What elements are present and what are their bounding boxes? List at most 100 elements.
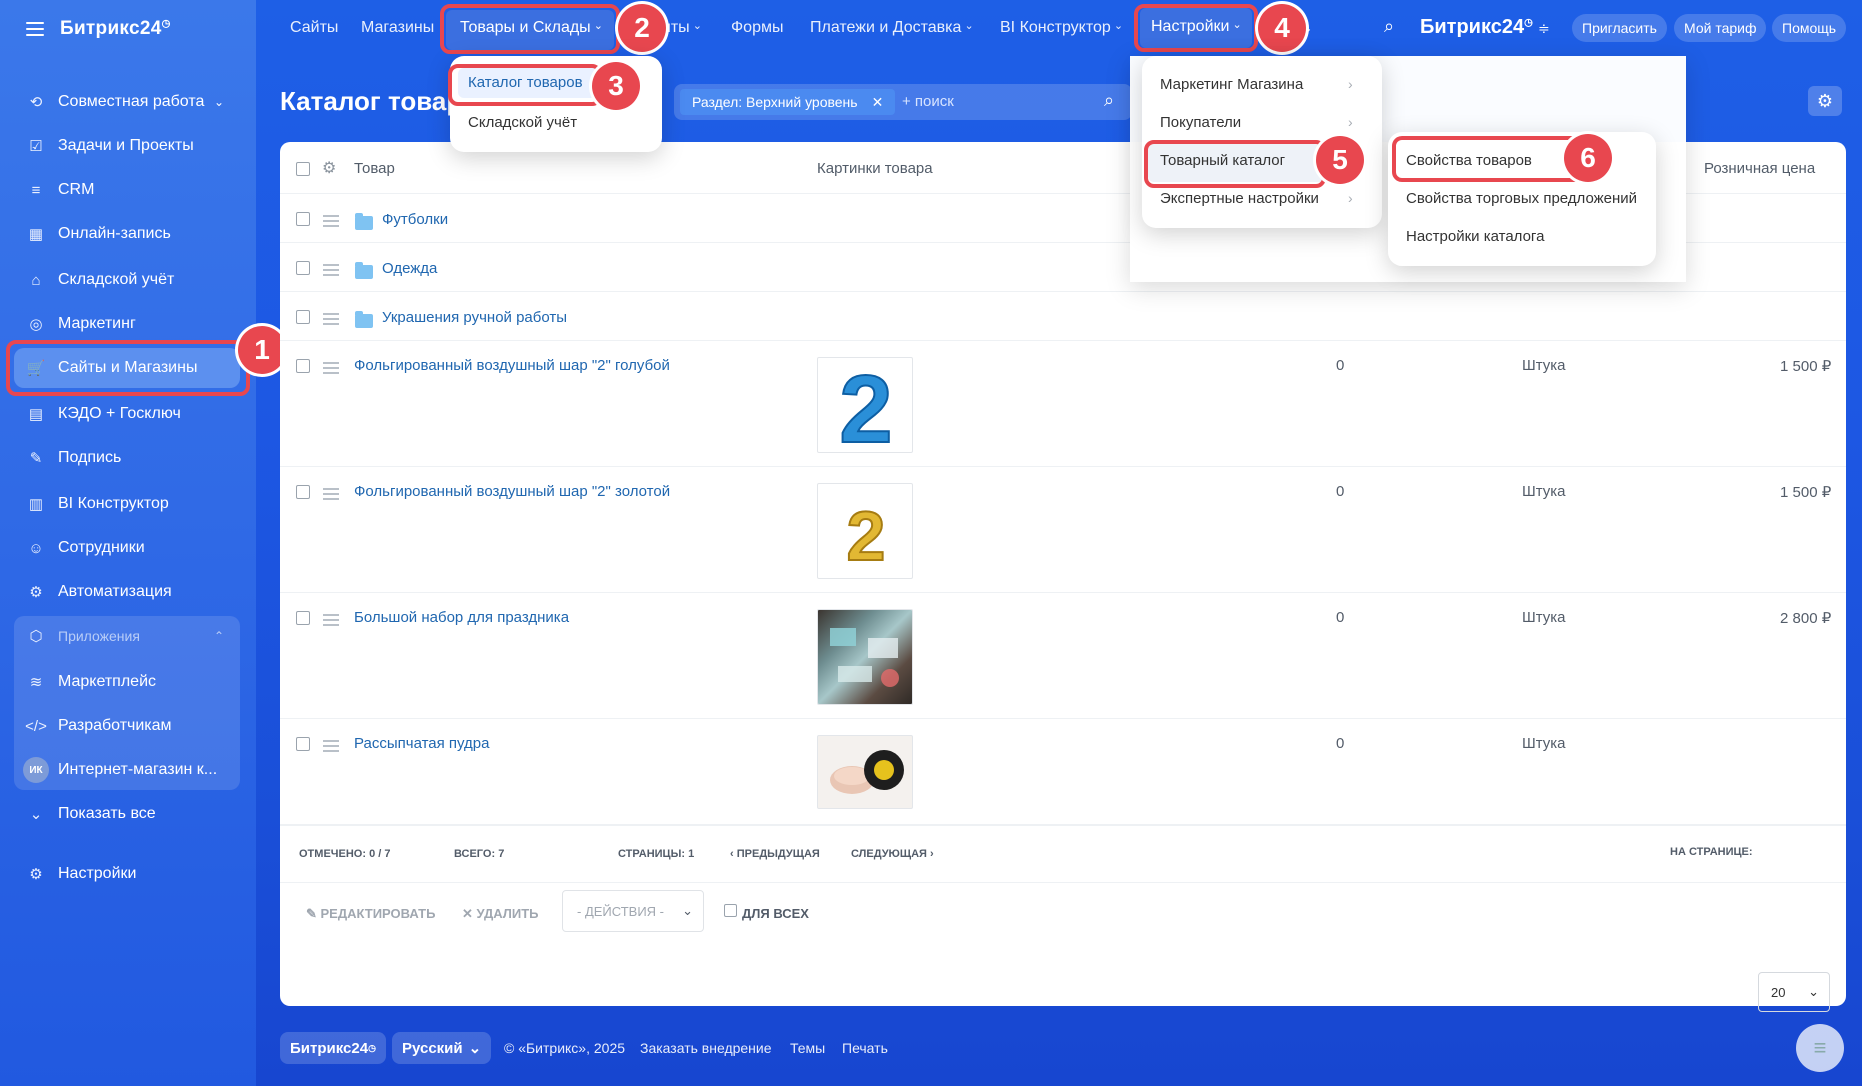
- pen-icon: ✎: [29, 450, 43, 467]
- topnav-hidden-item[interactable]: нты: [662, 19, 702, 37]
- marked-label: Отмечено:: [299, 848, 367, 860]
- topnav-shops[interactable]: Магазины: [361, 19, 434, 37]
- per-page-select[interactable]: 20 ⌄: [1758, 972, 1830, 1012]
- menu-item-offer-properties[interactable]: Свойства торговых предложений: [1406, 190, 1637, 207]
- row-checkbox[interactable]: [296, 611, 310, 625]
- sidebar: Битрикс24◷ ⟲ Совместная работа ⌄ ☑ Задачи и…: [0, 0, 256, 1086]
- prev-page-link[interactable]: ‹ Предыдущая: [730, 848, 820, 860]
- sidebar-item-warehouse[interactable]: ⌂ Складской учёт: [14, 260, 240, 300]
- drag-handle-icon[interactable]: [323, 614, 339, 629]
- topnav-sites[interactable]: Сайты: [290, 19, 338, 37]
- menu-item-catalog-settings[interactable]: Настройки каталога: [1406, 228, 1544, 245]
- sidebar-item-eshop[interactable]: ИК Интернет-магазин к...: [14, 750, 240, 790]
- close-icon[interactable]: ✕: [872, 94, 884, 111]
- invite-button[interactable]: Пригласить: [1572, 14, 1667, 42]
- gear-icon[interactable]: ⚙: [322, 158, 336, 178]
- sidebar-item-marketing[interactable]: ◎ Маркетинг: [14, 304, 240, 344]
- menu-burger-icon[interactable]: [26, 22, 44, 36]
- next-page-link[interactable]: Следующая ›: [851, 848, 934, 860]
- row-checkbox[interactable]: [296, 737, 310, 751]
- print-link[interactable]: Печать: [842, 1040, 888, 1056]
- select-all-checkbox[interactable]: [296, 162, 310, 176]
- chat-button[interactable]: ≡: [1796, 1024, 1844, 1072]
- filter-chip[interactable]: Раздел: Верхний уровень ✕: [680, 89, 896, 115]
- product-link[interactable]: Фольгированный воздушный шар "2" голубой: [354, 357, 670, 374]
- product-link[interactable]: Рассыпчатая пудра: [354, 735, 489, 752]
- column-header-price[interactable]: Розничная цена: [1704, 160, 1815, 177]
- warehouse-icon: ⌂: [31, 271, 41, 289]
- footer-brand-button[interactable]: Битрикс24 ◷: [280, 1032, 386, 1064]
- sidebar-item-automation[interactable]: ⚙ Автоматизация: [14, 572, 240, 612]
- folder-link[interactable]: Украшения ручной работы: [382, 309, 567, 326]
- search-input[interactable]: Раздел: Верхний уровень ✕ + поиск ⌕: [674, 84, 1132, 120]
- search-icon[interactable]: ⌕: [1104, 90, 1114, 111]
- menu-item-warehouse[interactable]: Складской учёт: [468, 114, 577, 131]
- sidebar-item-tasks[interactable]: ☑ Задачи и Проекты: [14, 126, 240, 166]
- topnav-bi[interactable]: BI Конструктор: [1000, 19, 1123, 37]
- search-placeholder[interactable]: + поиск: [902, 93, 954, 110]
- sidebar-item-crm[interactable]: ≡ CRM: [14, 170, 240, 210]
- calendar-icon: ▦: [28, 226, 44, 243]
- product-image[interactable]: 2: [817, 357, 913, 453]
- grid-settings-button[interactable]: ⚙: [1808, 86, 1842, 116]
- sidebar-item-label: Разработчикам: [58, 717, 172, 734]
- drag-handle-icon[interactable]: [323, 362, 339, 377]
- product-image[interactable]: [817, 735, 913, 809]
- actions-select[interactable]: - действия - ⌄: [562, 890, 704, 932]
- topnav-brand[interactable]: Битрикс24◷: [1420, 16, 1533, 39]
- marked-value: 0 / 7: [369, 848, 391, 860]
- menu-item-shop-marketing[interactable]: Маркетинг Магазина ›: [1160, 76, 1353, 93]
- product-image[interactable]: 2: [817, 483, 913, 579]
- row-checkbox[interactable]: [296, 359, 310, 373]
- folder-link[interactable]: Одежда: [382, 260, 437, 277]
- apps-header[interactable]: ⬡ Приложения ⌃: [14, 616, 240, 656]
- chevron-down-icon: ⌄: [682, 903, 693, 918]
- sidebar-item-marketplace[interactable]: ≋ Маркетплейс: [14, 662, 240, 702]
- search-icon[interactable]: ⌕: [1384, 16, 1394, 37]
- copyright-text: © «Битрикс», 2025: [504, 1040, 626, 1056]
- menu-item-buyers[interactable]: Покупатели ›: [1160, 114, 1353, 131]
- sidebar-item-sign[interactable]: ✎ Подпись: [14, 438, 240, 478]
- sidebar-item-settings[interactable]: ⚙ Настройки: [14, 854, 240, 894]
- step-badge-5: 5: [1316, 136, 1364, 184]
- product-image[interactable]: [817, 609, 913, 705]
- for-all-checkbox[interactable]: [724, 904, 737, 917]
- drag-handle-icon[interactable]: [323, 313, 339, 328]
- drag-handle-icon[interactable]: [323, 740, 339, 755]
- menu-item-expert-settings[interactable]: Экспертные настройки ›: [1160, 190, 1353, 207]
- chevron-right-icon: ›: [1348, 114, 1353, 130]
- quantity-cell: 0: [1336, 609, 1345, 626]
- sidebar-item-label: Онлайн-запись: [58, 225, 171, 242]
- sidebar-item-kedo[interactable]: ▤ КЭДО + Госключ: [14, 394, 240, 434]
- row-checkbox[interactable]: [296, 485, 310, 499]
- order-link[interactable]: Заказать внедрение: [640, 1040, 772, 1056]
- price-cell: 1 500 ₽: [1780, 484, 1832, 501]
- drag-handle-icon[interactable]: [323, 264, 339, 279]
- sidebar-item-employees[interactable]: ☺ Сотрудники: [14, 528, 240, 568]
- row-checkbox[interactable]: [296, 310, 310, 324]
- folder-link[interactable]: Футболки: [382, 211, 448, 228]
- column-header-product[interactable]: Товар: [354, 160, 395, 177]
- drag-handle-icon[interactable]: [323, 488, 339, 503]
- brand-settings-icon[interactable]: ≑: [1538, 20, 1550, 37]
- tariff-button[interactable]: Мой тариф: [1674, 14, 1767, 42]
- logo[interactable]: Битрикс24◷: [60, 18, 171, 40]
- drag-handle-icon[interactable]: [323, 215, 339, 230]
- row-checkbox[interactable]: [296, 212, 310, 226]
- sidebar-item-booking[interactable]: ▦ Онлайн-запись: [14, 214, 240, 254]
- topnav-forms[interactable]: Формы: [731, 19, 783, 37]
- row-checkbox[interactable]: [296, 261, 310, 275]
- sidebar-item-collab[interactable]: ⟲ Совместная работа ⌄: [14, 82, 240, 122]
- column-header-images[interactable]: Картинки товара: [817, 160, 933, 177]
- language-select[interactable]: Русский ⌄: [392, 1032, 492, 1064]
- sidebar-item-bi[interactable]: ▥ BI Конструктор: [14, 484, 240, 524]
- product-link[interactable]: Фольгированный воздушный шар "2" золотой: [354, 483, 670, 500]
- product-link[interactable]: Большой набор для праздника: [354, 609, 569, 626]
- topnav-payments[interactable]: Платежи и Доставка: [810, 19, 974, 37]
- help-button[interactable]: Помощь: [1772, 14, 1847, 42]
- show-all-button[interactable]: ⌄ Показать все: [14, 794, 240, 834]
- delete-button[interactable]: ✕ Удалить: [462, 906, 539, 922]
- themes-link[interactable]: Темы: [790, 1040, 825, 1056]
- sidebar-item-developers[interactable]: </> Разработчикам: [14, 706, 240, 746]
- edit-button[interactable]: ✎ Редактировать: [306, 906, 435, 922]
